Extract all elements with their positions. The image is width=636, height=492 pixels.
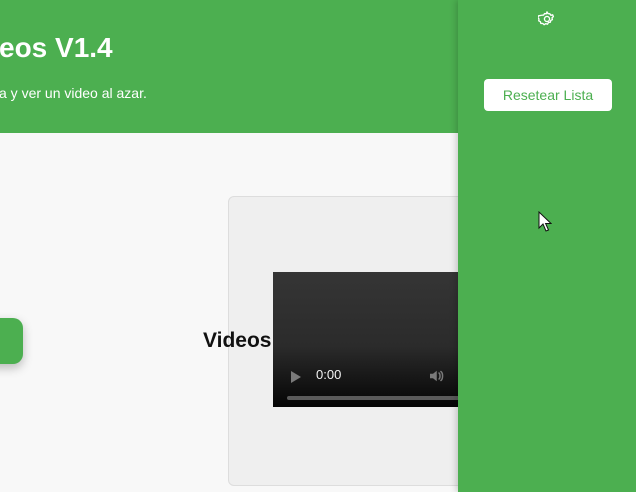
- video-time: 0:00: [316, 367, 342, 382]
- gear-icon[interactable]: [538, 10, 556, 28]
- reset-list-button[interactable]: Resetear Lista: [484, 79, 612, 111]
- page-subtitle: a y ver un video al azar.: [0, 85, 147, 101]
- video-card-label: Videos: [203, 329, 272, 352]
- page-title: eos V1.4: [0, 32, 113, 63]
- side-panel: Resetear Lista: [458, 0, 636, 492]
- left-action-button[interactable]: [0, 318, 23, 364]
- volume-icon[interactable]: [427, 367, 445, 385]
- play-icon[interactable]: [291, 371, 301, 383]
- page: eos V1.4 a y ver un video al azar. Video…: [0, 0, 636, 492]
